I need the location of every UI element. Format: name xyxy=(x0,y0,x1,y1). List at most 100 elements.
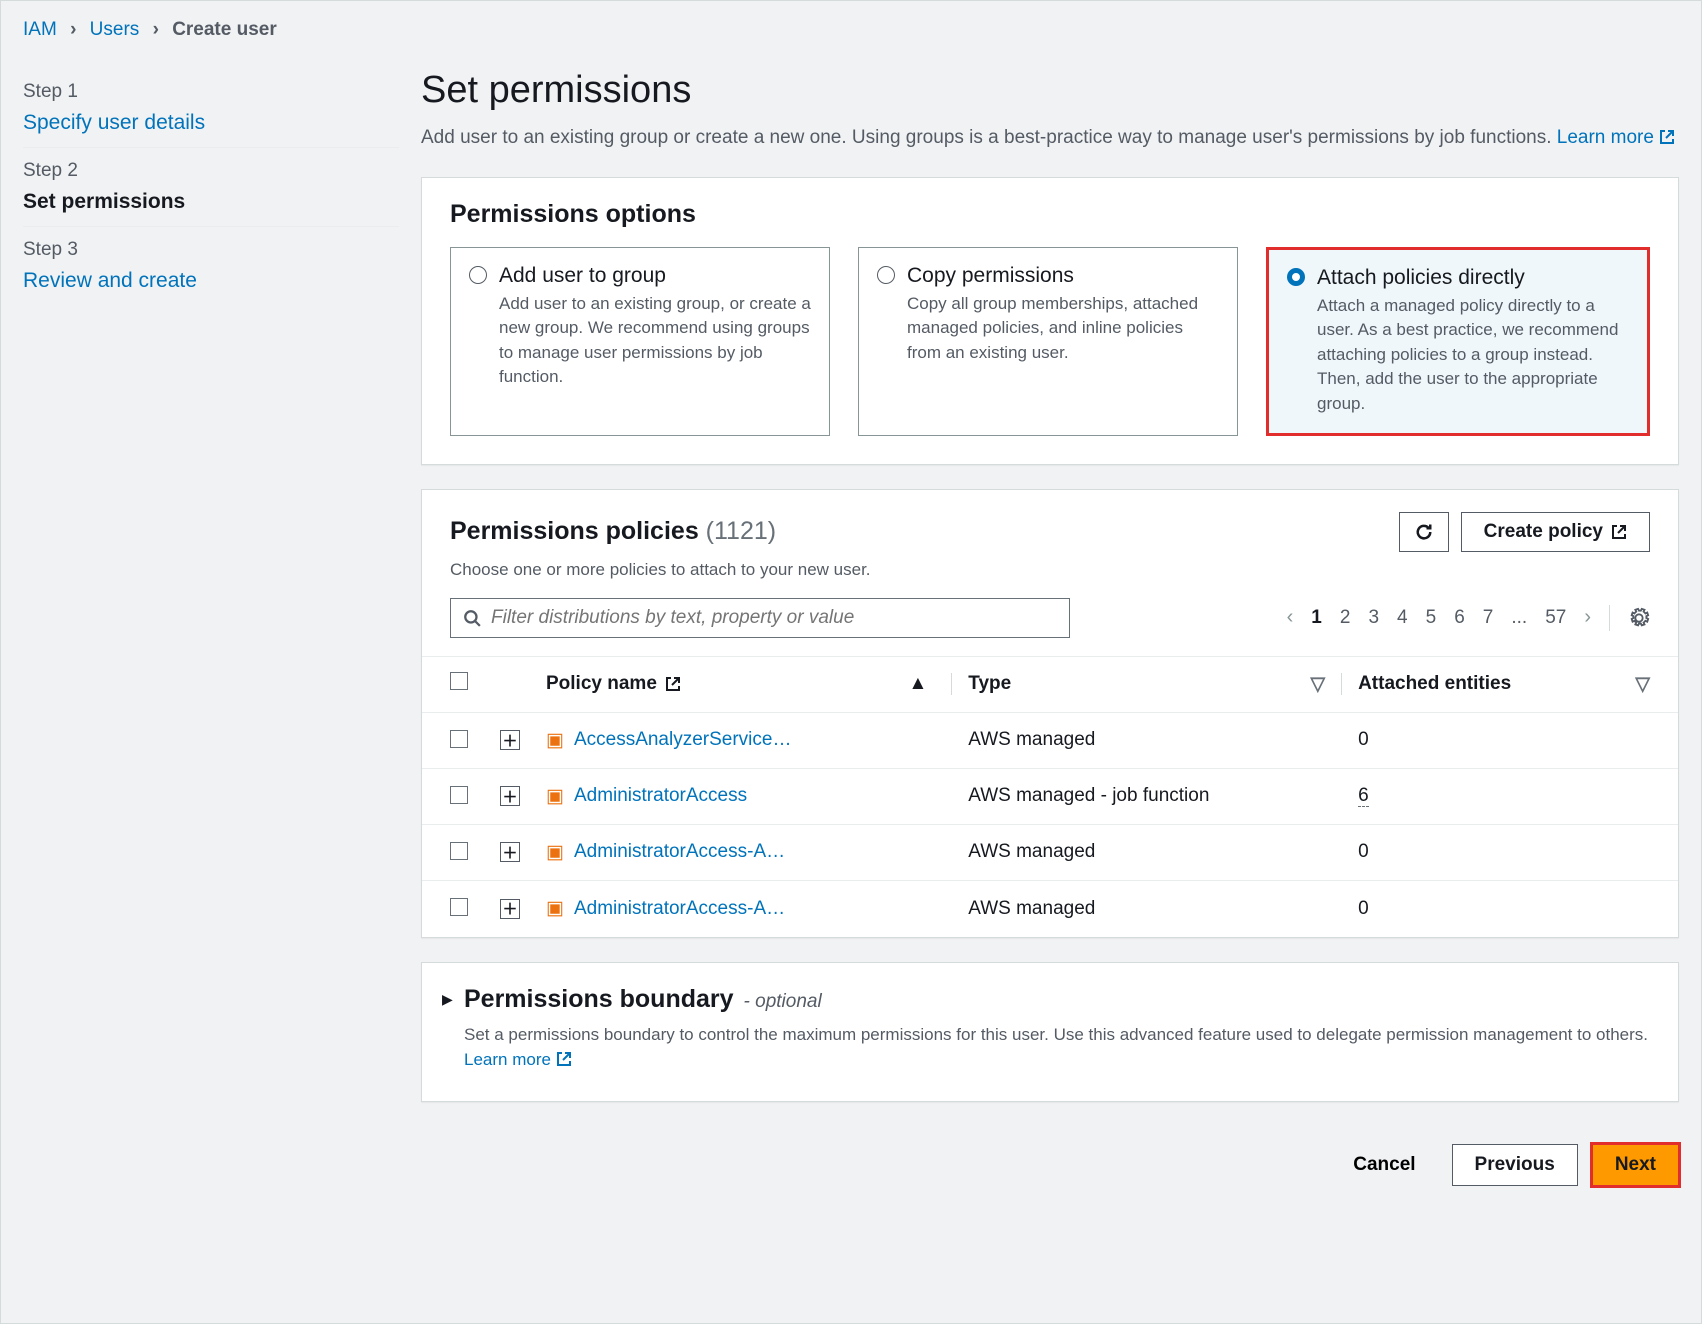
table-row: ＋ ▣ AdministratorAccess AWS managed - jo… xyxy=(422,769,1678,825)
page-next[interactable]: › xyxy=(1584,606,1591,629)
policy-entities: 0 xyxy=(1358,898,1650,920)
policies-title: Permissions policies xyxy=(450,517,699,545)
option-copy-permissions[interactable]: Copy permissions Copy all group membersh… xyxy=(858,247,1238,436)
permissions-boundary-panel: ▶ Permissions boundary - optional Set a … xyxy=(421,962,1679,1102)
external-link-icon xyxy=(556,1051,572,1067)
option-desc: Attach a managed policy directly to a us… xyxy=(1317,294,1629,417)
boundary-title: Permissions boundary xyxy=(464,985,734,1014)
refresh-button[interactable] xyxy=(1399,512,1449,552)
page-4[interactable]: 4 xyxy=(1397,607,1408,629)
page-5[interactable]: 5 xyxy=(1426,607,1437,629)
radio-icon xyxy=(469,266,487,284)
boundary-learn-more-link[interactable]: Learn more xyxy=(464,1050,572,1069)
external-link-icon xyxy=(665,676,681,692)
policy-entities: 0 xyxy=(1358,841,1650,863)
sort-asc-icon: ▲ xyxy=(908,673,927,695)
wizard-steps-sidebar: Step 1 Specify user details Step 2 Set p… xyxy=(1,49,421,1206)
option-add-user-to-group[interactable]: Add user to group Add user to an existin… xyxy=(450,247,830,436)
row-checkbox[interactable] xyxy=(450,730,468,748)
policy-name-link[interactable]: AdministratorAccess-A… xyxy=(574,841,785,863)
settings-gear-button[interactable] xyxy=(1628,607,1650,629)
policy-type: AWS managed - job function xyxy=(968,785,1325,807)
step-specify-user-details[interactable]: Specify user details xyxy=(23,111,399,135)
cancel-button[interactable]: Cancel xyxy=(1331,1144,1437,1186)
page-prev[interactable]: ‹ xyxy=(1287,606,1294,629)
expand-row-button[interactable]: ＋ xyxy=(500,842,520,862)
policies-count: (1121) xyxy=(706,517,776,545)
col-attached-entities[interactable]: Attached entities xyxy=(1358,673,1511,695)
select-all-checkbox[interactable] xyxy=(450,672,468,690)
create-policy-button[interactable]: Create policy xyxy=(1461,512,1650,552)
expand-row-button[interactable]: ＋ xyxy=(500,786,520,806)
page-3[interactable]: 3 xyxy=(1368,607,1379,629)
option-attach-policies-directly[interactable]: Attach policies directly Attach a manage… xyxy=(1266,247,1650,436)
row-checkbox[interactable] xyxy=(450,898,468,916)
option-title: Add user to group xyxy=(499,264,811,288)
row-checkbox[interactable] xyxy=(450,842,468,860)
radio-icon xyxy=(1287,268,1305,286)
step-set-permissions: Set permissions xyxy=(23,190,399,214)
breadcrumb-current: Create user xyxy=(172,19,277,40)
policy-entities: 0 xyxy=(1358,729,1650,751)
radio-icon xyxy=(877,266,895,284)
breadcrumb: IAM › Users › Create user xyxy=(1,1,1701,49)
permissions-options-title: Permissions options xyxy=(422,178,1678,247)
previous-button[interactable]: Previous xyxy=(1452,1144,1578,1186)
policy-cube-icon: ▣ xyxy=(546,841,564,864)
pagination: ‹ 1 2 3 4 5 6 7 ... 57 › xyxy=(1287,605,1650,631)
boundary-desc: Set a permissions boundary to control th… xyxy=(464,1022,1650,1073)
filter-dropdown-icon[interactable]: ▽ xyxy=(1310,673,1325,696)
table-row: ＋ ▣ AdministratorAccess-A… AWS managed 0 xyxy=(422,881,1678,937)
option-title: Copy permissions xyxy=(907,264,1219,288)
option-desc: Add user to an existing group, or create… xyxy=(499,292,811,391)
external-link-icon xyxy=(1659,129,1675,145)
expand-triangle-icon[interactable]: ▶ xyxy=(442,991,453,1008)
expand-row-button[interactable]: ＋ xyxy=(500,899,520,919)
search-icon xyxy=(463,609,481,627)
page-subtitle: Add user to an existing group or create … xyxy=(421,124,1679,153)
policy-name-link[interactable]: AccessAnalyzerService… xyxy=(574,729,792,751)
policy-type: AWS managed xyxy=(968,898,1325,920)
table-row: ＋ ▣ AdministratorAccess-A… AWS managed 0 xyxy=(422,825,1678,881)
filter-dropdown-icon[interactable]: ▽ xyxy=(1635,673,1650,696)
step-2-label: Step 2 xyxy=(23,160,399,182)
refresh-icon xyxy=(1414,522,1434,542)
boundary-optional: - optional xyxy=(744,991,822,1013)
page-7[interactable]: 7 xyxy=(1483,607,1494,629)
expand-row-button[interactable]: ＋ xyxy=(500,730,520,750)
policy-cube-icon: ▣ xyxy=(546,785,564,808)
page-2[interactable]: 2 xyxy=(1340,607,1351,629)
step-review-and-create[interactable]: Review and create xyxy=(23,269,399,293)
breadcrumb-users[interactable]: Users xyxy=(90,19,140,40)
divider xyxy=(1609,605,1610,631)
policy-type: AWS managed xyxy=(968,841,1325,863)
next-button[interactable]: Next xyxy=(1592,1144,1679,1186)
option-desc: Copy all group memberships, attached man… xyxy=(907,292,1219,366)
policies-table: Policy name ▲ Type ▽ Attached entities xyxy=(422,656,1678,937)
policy-entities[interactable]: 6 xyxy=(1358,785,1369,807)
table-row: ＋ ▣ AccessAnalyzerService… AWS managed 0 xyxy=(422,713,1678,769)
option-title: Attach policies directly xyxy=(1317,266,1629,290)
search-input-wrap[interactable] xyxy=(450,598,1070,638)
row-checkbox[interactable] xyxy=(450,786,468,804)
col-policy-name[interactable]: Policy name xyxy=(546,673,657,695)
page-57[interactable]: 57 xyxy=(1545,607,1566,629)
policy-name-link[interactable]: AdministratorAccess-A… xyxy=(574,898,785,920)
policy-cube-icon: ▣ xyxy=(546,897,564,920)
policy-cube-icon: ▣ xyxy=(546,729,564,752)
search-input[interactable] xyxy=(491,607,1057,629)
breadcrumb-iam[interactable]: IAM xyxy=(23,19,57,40)
page-1[interactable]: 1 xyxy=(1311,607,1322,629)
policy-type: AWS managed xyxy=(968,729,1325,751)
page-6[interactable]: 6 xyxy=(1454,607,1465,629)
permissions-options-panel: Permissions options Add user to group Ad… xyxy=(421,177,1679,465)
step-1-label: Step 1 xyxy=(23,81,399,103)
step-3-label: Step 3 xyxy=(23,239,399,261)
col-type[interactable]: Type xyxy=(968,673,1011,695)
page-ellipsis: ... xyxy=(1511,607,1527,629)
chevron-right-icon: › xyxy=(153,19,159,40)
policy-name-link[interactable]: AdministratorAccess xyxy=(574,785,747,807)
chevron-right-icon: › xyxy=(70,19,76,40)
page-title: Set permissions xyxy=(421,69,1679,112)
learn-more-link[interactable]: Learn more xyxy=(1557,127,1675,148)
